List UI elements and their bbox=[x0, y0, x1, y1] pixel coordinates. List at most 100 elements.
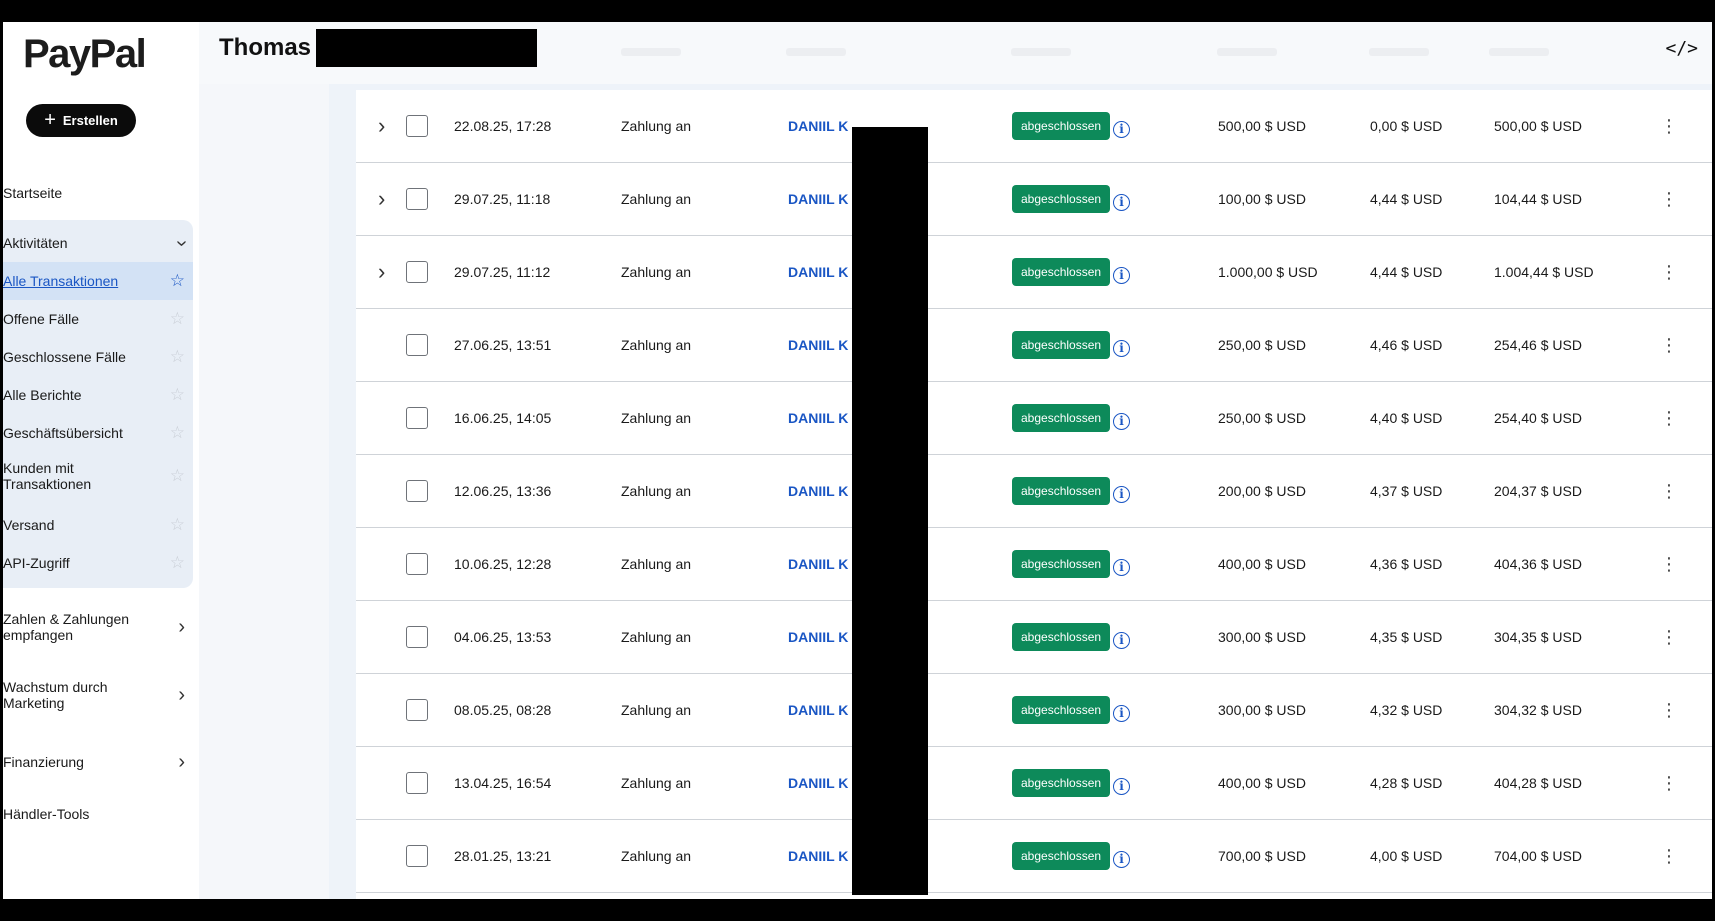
column-header-placeholder bbox=[1011, 48, 1071, 56]
fee-amount: 4,37 $ USD bbox=[1370, 483, 1443, 499]
activities-group: Aktivitäten › Alle Transaktionen ☆ Offene … bbox=[3, 220, 193, 588]
chevron-right-icon[interactable]: › bbox=[378, 90, 385, 162]
recipient-name-link[interactable]: DANIIL K bbox=[788, 747, 848, 819]
sidebar-item-merchant-tools[interactable]: Händler-Tools bbox=[3, 795, 193, 833]
info-icon[interactable]: i bbox=[1113, 631, 1131, 649]
more-options-icon[interactable]: ⋮ bbox=[1660, 820, 1678, 892]
more-options-icon[interactable]: ⋮ bbox=[1660, 747, 1678, 819]
row-checkbox[interactable] bbox=[406, 626, 428, 648]
favorite-star-icon[interactable]: ☆ bbox=[170, 515, 185, 535]
gross-amount: 250,00 $ USD bbox=[1218, 410, 1306, 426]
recipient-name-link[interactable]: DANIIL K bbox=[788, 382, 848, 454]
info-icon[interactable]: i bbox=[1113, 850, 1131, 868]
sidebar-item-activity[interactable]: Alle Berichte ☆ bbox=[3, 376, 193, 414]
transaction-date: 22.08.25, 17:28 bbox=[454, 118, 552, 134]
info-icon[interactable]: i bbox=[1113, 339, 1131, 357]
sidebar-item-activity[interactable]: Geschlossene Fälle ☆ bbox=[3, 338, 193, 376]
sidebar-item-activity[interactable]: Kunden mit Transaktionen ☆ bbox=[3, 452, 193, 500]
recipient-name-link[interactable]: DANIIL K bbox=[788, 236, 848, 308]
row-checkbox[interactable] bbox=[406, 772, 428, 794]
chevron-right-icon[interactable]: › bbox=[378, 236, 385, 308]
table-row[interactable]: 12.06.25, 13:36 Zahlung an DANIIL K abgesch… bbox=[356, 455, 1712, 528]
sidebar-item-activities[interactable]: Aktivitäten › bbox=[3, 224, 193, 262]
table-row[interactable]: 28.01.25, 13:21 Zahlung an DANIIL K abgesch… bbox=[356, 820, 1712, 893]
row-checkbox[interactable] bbox=[406, 334, 428, 356]
row-checkbox[interactable] bbox=[406, 845, 428, 867]
more-options-icon[interactable]: ⋮ bbox=[1660, 236, 1678, 308]
transaction-date: 08.05.25, 08:28 bbox=[454, 702, 552, 718]
favorite-star-icon[interactable]: ☆ bbox=[170, 423, 185, 443]
favorite-star-icon[interactable]: ☆ bbox=[170, 553, 185, 573]
transaction-date: 28.01.25, 13:21 bbox=[454, 848, 552, 864]
more-options-icon[interactable]: ⋮ bbox=[1660, 601, 1678, 673]
sidebar-item-label: Offene Fälle bbox=[3, 311, 80, 327]
info-icon[interactable]: i bbox=[1113, 777, 1131, 795]
row-checkbox[interactable] bbox=[406, 115, 428, 137]
redaction-bar bbox=[316, 29, 537, 67]
more-options-icon[interactable]: ⋮ bbox=[1660, 674, 1678, 746]
more-options-icon[interactable]: ⋮ bbox=[1660, 528, 1678, 600]
row-checkbox[interactable] bbox=[406, 261, 428, 283]
recipient-name-link[interactable]: DANIIL K bbox=[788, 455, 848, 527]
recipient-name-link[interactable]: DANIIL K bbox=[788, 90, 848, 162]
more-options-icon[interactable]: ⋮ bbox=[1660, 90, 1678, 162]
more-options-icon[interactable]: ⋮ bbox=[1660, 382, 1678, 454]
row-checkbox[interactable] bbox=[406, 188, 428, 210]
table-row[interactable]: 08.05.25, 08:28 Zahlung an DANIIL K abgesch… bbox=[356, 674, 1712, 747]
row-checkbox[interactable] bbox=[406, 699, 428, 721]
table-row[interactable]: › 29.07.25, 11:12 Zahlung an DANIIL K abgesc… bbox=[356, 236, 1712, 309]
sidebar-item-financing[interactable]: Finanzierung › bbox=[3, 743, 193, 781]
status-badge: abgeschlossen bbox=[1012, 112, 1111, 140]
info-icon[interactable]: i bbox=[1113, 704, 1131, 722]
info-icon[interactable]: i bbox=[1113, 120, 1131, 138]
info-icon[interactable]: i bbox=[1113, 558, 1131, 576]
sidebar-item-activity[interactable]: Geschäftsübersicht ☆ bbox=[3, 414, 193, 452]
info-icon[interactable]: i bbox=[1113, 266, 1131, 284]
recipient-name-link[interactable]: DANIIL K bbox=[788, 528, 848, 600]
row-checkbox[interactable] bbox=[406, 553, 428, 575]
recipient-name-link[interactable]: DANIIL K bbox=[788, 674, 848, 746]
transaction-date: 27.06.25, 13:51 bbox=[454, 337, 552, 353]
info-icon[interactable]: i bbox=[1113, 485, 1131, 503]
info-icon[interactable]: i bbox=[1113, 193, 1131, 211]
code-icon[interactable]: </> bbox=[1665, 38, 1698, 59]
recipient-name-link[interactable]: DANIIL K bbox=[788, 601, 848, 673]
more-options-icon[interactable]: ⋮ bbox=[1660, 309, 1678, 381]
info-icon[interactable]: i bbox=[1113, 412, 1131, 430]
table-row[interactable]: › 29.07.25, 11:18 Zahlung an DANIIL K abgesc… bbox=[356, 163, 1712, 236]
transaction-type: Zahlung an bbox=[621, 118, 692, 134]
sidebar-item-activity[interactable]: API-Zugriff ☆ bbox=[3, 544, 193, 582]
sidebar-item-activity[interactable]: Alle Transaktionen ☆ bbox=[3, 262, 193, 300]
table-row[interactable]: 16.06.25, 14:05 Zahlung an DANIIL K abgesch… bbox=[356, 382, 1712, 455]
transaction-type: Zahlung an bbox=[621, 702, 692, 718]
sidebar-item-payments[interactable]: Zahlen & Zahlungen empfangen › bbox=[3, 605, 193, 649]
favorite-star-icon[interactable]: ☆ bbox=[170, 385, 185, 405]
table-row[interactable]: 10.06.25, 12:28 Zahlung an DANIIL K abgesch… bbox=[356, 528, 1712, 601]
row-checkbox[interactable] bbox=[406, 407, 428, 429]
chevron-down-icon: › bbox=[171, 239, 194, 247]
recipient-name-link[interactable]: DANIIL K bbox=[788, 820, 848, 892]
favorite-star-icon[interactable]: ☆ bbox=[170, 271, 185, 291]
favorite-star-icon[interactable]: ☆ bbox=[170, 466, 185, 486]
table-row[interactable]: 27.06.25, 13:51 Zahlung an DANIIL K abgesch… bbox=[356, 309, 1712, 382]
table-row[interactable]: 04.06.25, 13:53 Zahlung an DANIIL K abgesch… bbox=[356, 601, 1712, 674]
chevron-right-icon[interactable]: › bbox=[378, 163, 385, 235]
table-row[interactable]: › 22.08.25, 17:28 Zahlung an DANIIL K abgesc… bbox=[356, 90, 1712, 163]
more-options-icon[interactable]: ⋮ bbox=[1660, 455, 1678, 527]
create-button[interactable]: + Erstellen bbox=[26, 104, 136, 137]
net-amount: 254,40 $ USD bbox=[1494, 410, 1582, 426]
more-options-icon[interactable]: ⋮ bbox=[1660, 163, 1678, 235]
favorite-star-icon[interactable]: ☆ bbox=[170, 347, 185, 367]
sidebar-item-activity[interactable]: Offene Fälle ☆ bbox=[3, 300, 193, 338]
recipient-name-link[interactable]: DANIIL K bbox=[788, 163, 848, 235]
table-row[interactable]: 13.04.25, 16:54 Zahlung an DANIIL K abgesch… bbox=[356, 747, 1712, 820]
sidebar-item-marketing[interactable]: Wachstum durch Marketing › bbox=[3, 673, 193, 717]
status-badge: abgeschlossen bbox=[1012, 258, 1111, 286]
recipient-name-link[interactable]: DANIIL K bbox=[788, 309, 848, 381]
fee-amount: 4,35 $ USD bbox=[1370, 629, 1443, 645]
sidebar-item-activity[interactable]: Versand ☆ bbox=[3, 506, 193, 544]
sidebar-item-home[interactable]: Startseite bbox=[3, 174, 193, 212]
paypal-logo[interactable]: PayPal bbox=[23, 32, 147, 77]
favorite-star-icon[interactable]: ☆ bbox=[170, 309, 185, 329]
row-checkbox[interactable] bbox=[406, 480, 428, 502]
